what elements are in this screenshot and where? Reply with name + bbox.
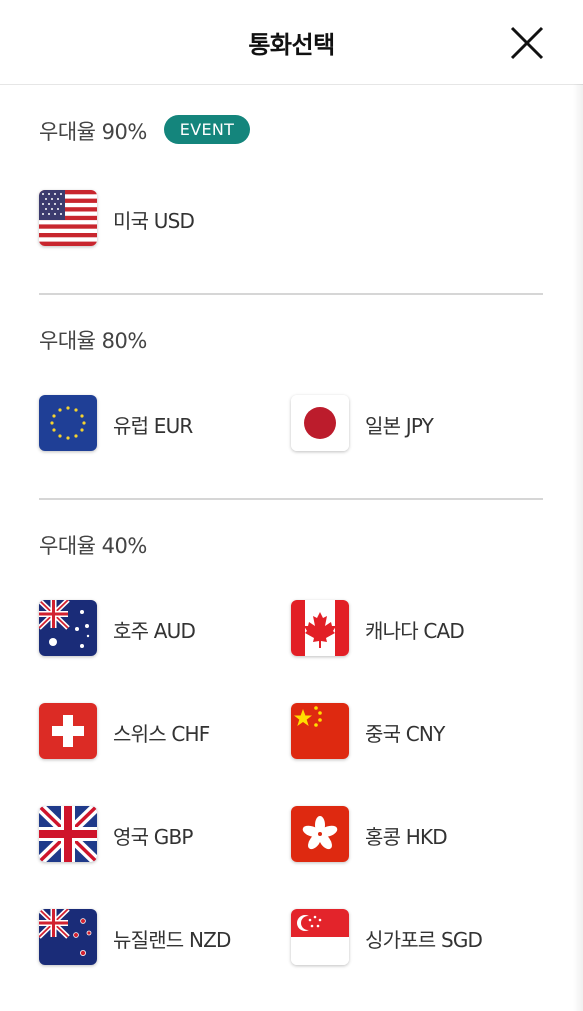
currency-label: 캐나다 CAD bbox=[365, 619, 465, 643]
currency-item-sgd[interactable]: 싱가포르 SGD bbox=[291, 909, 521, 969]
currency-item-cad[interactable]: 캐나다 CAD bbox=[291, 600, 521, 660]
currency-label: 중국 CNY bbox=[365, 722, 445, 746]
divider bbox=[39, 293, 543, 295]
currency-label: 유럽 EUR bbox=[113, 414, 193, 438]
modal-header: 통화선택 bbox=[0, 0, 583, 85]
sg-flag-icon bbox=[291, 909, 349, 965]
scroll-edge bbox=[573, 84, 583, 1011]
currency-item-nzd[interactable]: 뉴질랜드 NZD bbox=[39, 909, 269, 969]
currency-label: 호주 AUD bbox=[113, 619, 196, 643]
section-title-40: 우대율 40% bbox=[39, 534, 147, 558]
divider bbox=[39, 498, 543, 500]
currency-label: 스위스 CHF bbox=[113, 722, 210, 746]
section-title-80: 우대율 80% bbox=[39, 329, 147, 353]
cn-flag-icon bbox=[291, 703, 349, 759]
currency-item-usd[interactable]: 미국 USD bbox=[39, 190, 269, 250]
currency-item-hkd[interactable]: 홍콩 HKD bbox=[291, 806, 521, 866]
nz-flag-icon bbox=[39, 909, 97, 965]
currency-item-eur[interactable]: 유럽 EUR bbox=[39, 395, 269, 455]
currency-label: 싱가포르 SGD bbox=[365, 928, 483, 952]
currency-label: 미국 USD bbox=[113, 209, 195, 233]
gb-flag-icon bbox=[39, 806, 97, 862]
currency-item-chf[interactable]: 스위스 CHF bbox=[39, 703, 269, 763]
au-flag-icon bbox=[39, 600, 97, 656]
close-icon bbox=[510, 26, 544, 60]
currency-label: 뉴질랜드 NZD bbox=[113, 928, 231, 952]
currency-item-aud[interactable]: 호주 AUD bbox=[39, 600, 269, 660]
page-title: 통화선택 bbox=[248, 31, 335, 59]
currency-label: 일본 JPY bbox=[365, 414, 434, 438]
section-title-90: 우대율 90% bbox=[39, 120, 147, 144]
jp-flag-icon bbox=[291, 395, 349, 451]
currency-item-jpy[interactable]: 일본 JPY bbox=[291, 395, 521, 455]
currency-item-cny[interactable]: 중국 CNY bbox=[291, 703, 521, 763]
us-flag-icon bbox=[39, 190, 97, 246]
event-badge: EVENT bbox=[164, 115, 250, 144]
hk-flag-icon bbox=[291, 806, 349, 862]
currency-item-gbp[interactable]: 영국 GBP bbox=[39, 806, 269, 866]
ch-flag-icon bbox=[39, 703, 97, 759]
close-button[interactable] bbox=[508, 24, 546, 62]
currency-label: 홍콩 HKD bbox=[365, 825, 448, 849]
currency-label: 영국 GBP bbox=[113, 825, 193, 849]
eu-flag-icon bbox=[39, 395, 97, 451]
ca-flag-icon bbox=[291, 600, 349, 656]
